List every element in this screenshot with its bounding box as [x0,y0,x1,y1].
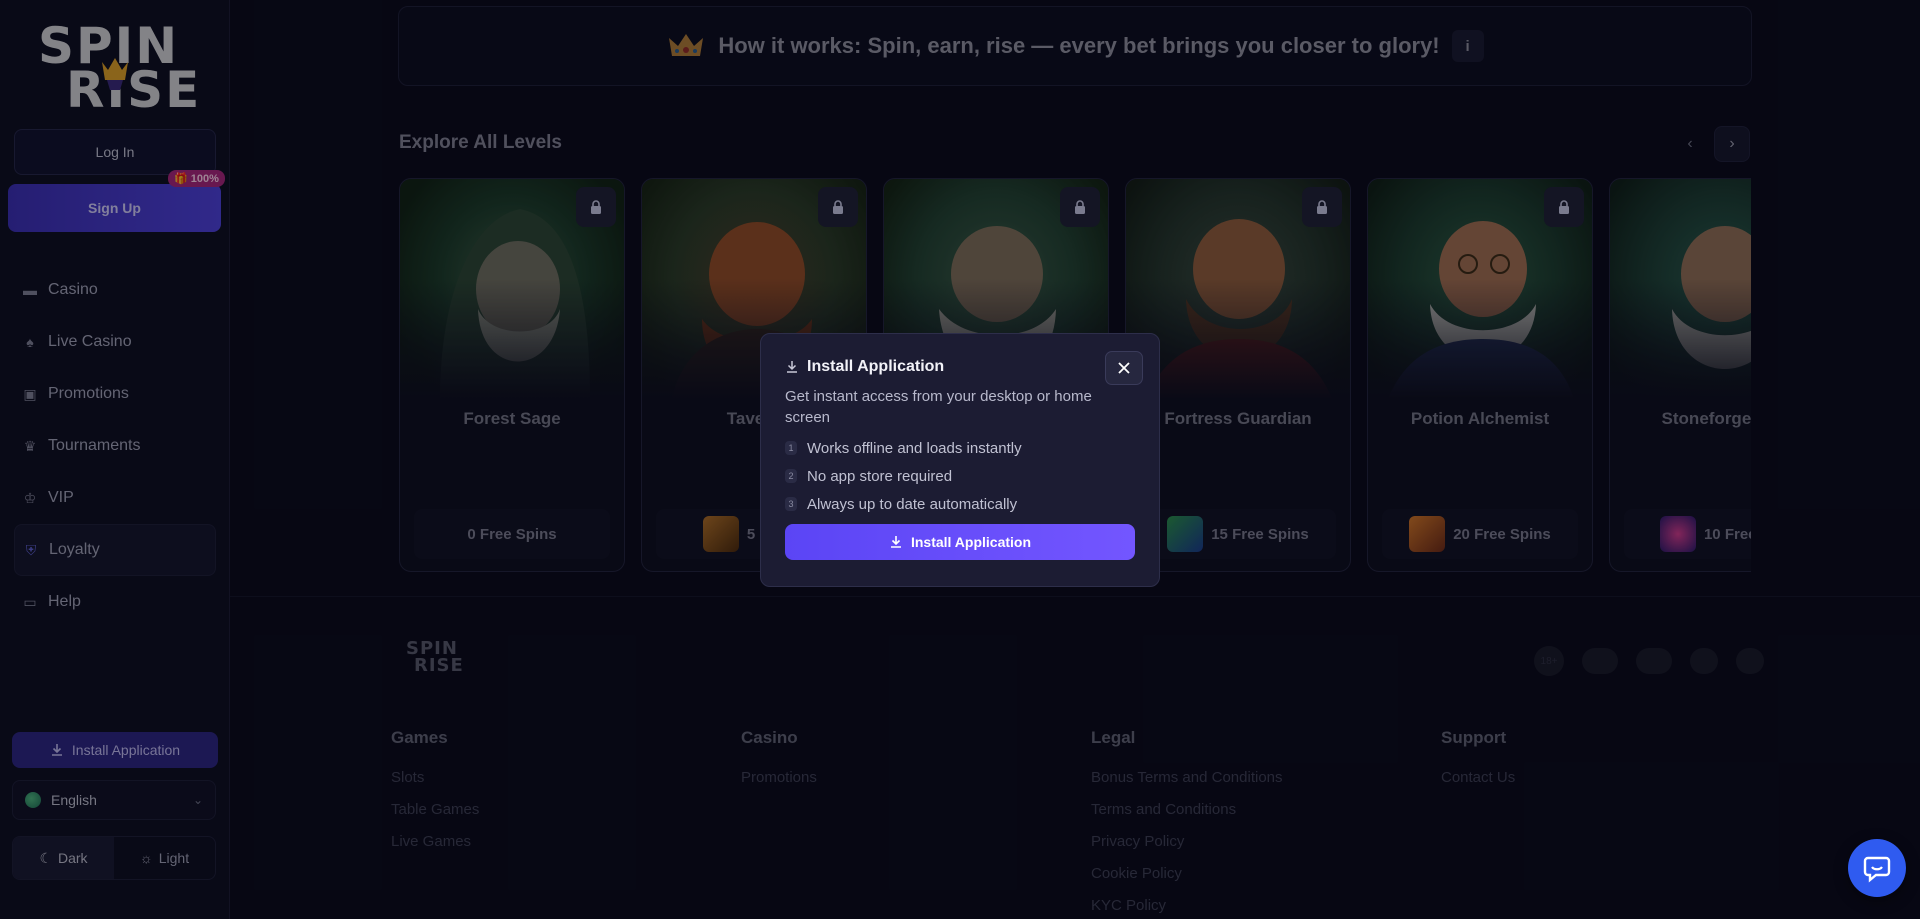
lock-icon [1060,187,1100,227]
lock-icon [1302,187,1342,227]
chat-bubble-icon [1863,856,1891,883]
modal-description: Get instant access from your desktop or … [785,388,1092,426]
feature-text: Always up to date automatically [807,495,1018,513]
feature-item: 2 No app store required [785,462,1135,490]
modal-title: Install Application [807,358,945,375]
lock-icon [576,187,616,227]
feature-text: No app store required [807,467,953,485]
close-icon [1118,362,1130,374]
modal-header: Install Application [785,358,1135,376]
lock-icon [1544,187,1584,227]
feature-text: Works offline and loads instantly [807,439,1022,457]
feature-number: 1 [785,441,797,455]
install-app-button[interactable]: Install Application [785,524,1135,560]
install-app-modal: Install Application Get instant access f… [760,333,1160,587]
download-icon [890,536,901,548]
install-app-button-label: Install Application [910,534,1032,550]
lock-icon [818,187,858,227]
feature-item: 1 Works offline and loads instantly [785,434,1135,462]
modal-close-button[interactable] [1105,351,1143,385]
download-icon [787,361,797,373]
feature-number: 3 [785,497,797,511]
feature-list: 1 Works offline and loads instantly 2 No… [785,434,1135,518]
feature-item: 3 Always up to date automatically [785,490,1135,518]
live-chat-button[interactable] [1848,839,1906,897]
feature-number: 2 [785,469,797,483]
